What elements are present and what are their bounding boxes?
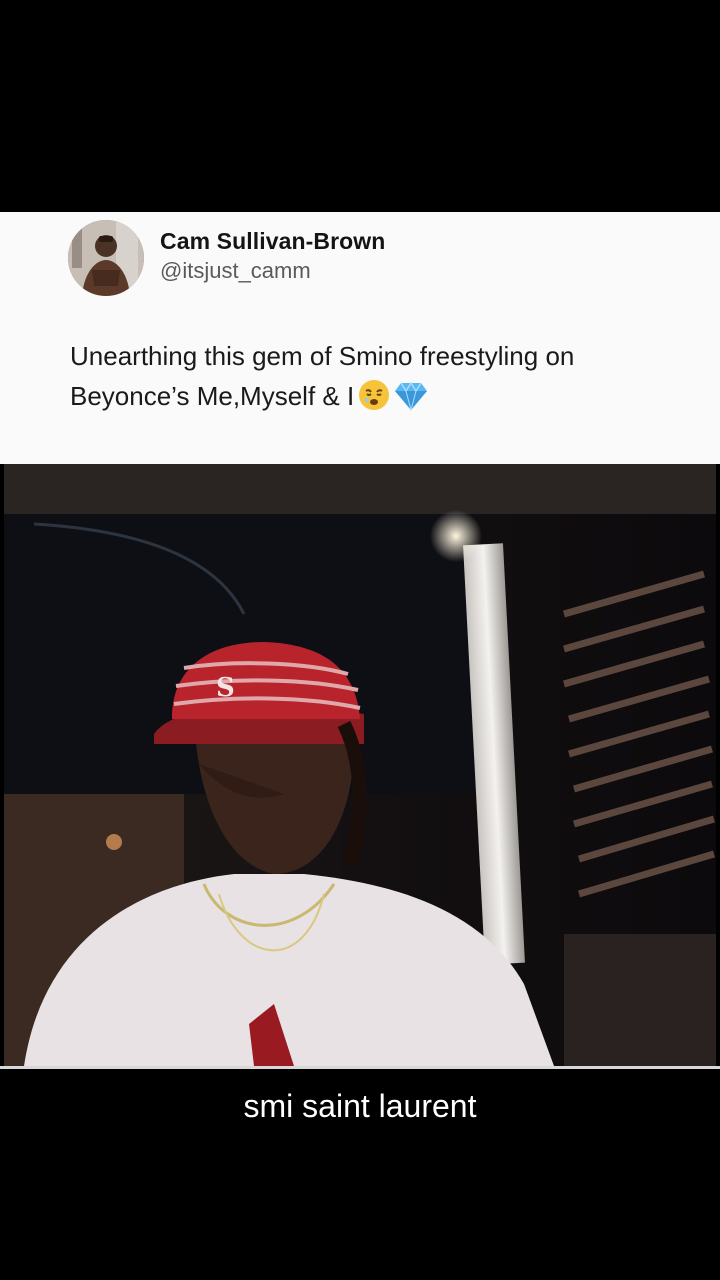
tweet-text-line-1: Unearthing this gem of Smino freestyling…: [70, 341, 575, 371]
caption-text: smi saint laurent: [243, 1088, 477, 1124]
author-avatar[interactable]: [68, 220, 144, 296]
avatar-image: [68, 220, 144, 296]
weary-face-emoji-icon: [358, 379, 390, 422]
author-name[interactable]: Cam Sullivan-Brown: [160, 228, 385, 255]
tweet-text-line-2-text: Beyonce’s Me,Myself & I: [70, 381, 355, 411]
author-handle[interactable]: @itsjust_camm: [160, 258, 311, 284]
tweet-text-line-2: Beyonce’s Me,Myself & I: [70, 376, 670, 422]
video-bottom-border: [0, 1066, 720, 1069]
top-black-bar: [0, 0, 720, 212]
gem-stone-icon: [394, 381, 428, 422]
svg-text:S: S: [216, 673, 235, 703]
tweet-text: Unearthing this gem of Smino freestyling…: [70, 336, 670, 422]
video-frame: S: [4, 464, 716, 1066]
video-player[interactable]: S: [4, 464, 716, 1066]
